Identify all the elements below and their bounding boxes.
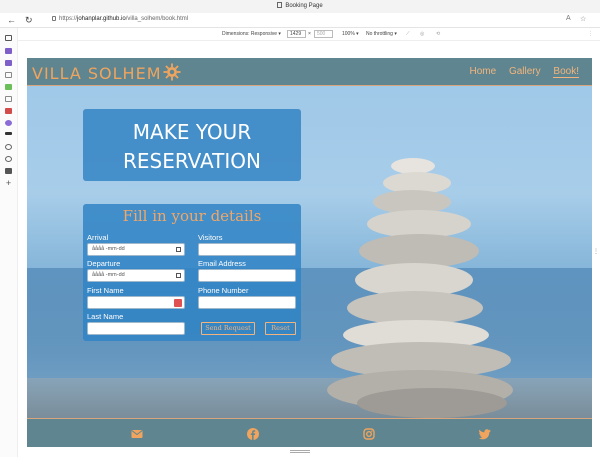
extension-icon[interactable] xyxy=(5,108,12,114)
extension-icon[interactable] xyxy=(5,48,12,54)
tabs-icon[interactable] xyxy=(5,35,12,41)
extension-icon[interactable] xyxy=(5,120,12,126)
tab[interactable]: Booking Page xyxy=(0,2,600,9)
email-input[interactable] xyxy=(198,269,296,282)
calendar-icon[interactable] xyxy=(176,247,181,252)
envelope-icon[interactable] xyxy=(131,428,143,440)
browser-sidebar: + xyxy=(0,28,18,457)
url-field[interactable]: https://johanplar.github.io/villa_solhem… xyxy=(52,16,188,22)
booking-form: Fill in your details Arrival åååå -mm-dd… xyxy=(83,204,301,341)
times-sign: × xyxy=(308,31,311,37)
autofill-icon[interactable] xyxy=(174,299,182,307)
site-header: VILLA SOLHEM Home Gallery Book! xyxy=(27,58,592,86)
document-icon xyxy=(277,2,283,8)
page-viewport: VILLA SOLHEM Home Gallery Book! MAKE YOU… xyxy=(27,58,592,447)
address-bar: ← ↻ https://johanplar.github.io/villa_so… xyxy=(0,13,600,28)
arrival-label: Arrival xyxy=(87,233,109,242)
lock-icon xyxy=(52,16,56,21)
browser-titlebar: Booking Page xyxy=(0,0,600,13)
last-name-input[interactable] xyxy=(87,322,185,335)
calendar-icon[interactable] xyxy=(176,273,181,278)
facebook-icon[interactable] xyxy=(247,428,259,440)
first-name-label: First Name xyxy=(87,286,124,295)
instagram-icon[interactable] xyxy=(363,428,375,440)
sensor-icon[interactable]: ⟋ xyxy=(406,31,410,37)
site-logo[interactable]: VILLA SOLHEM xyxy=(32,64,162,83)
rotate-icon[interactable]: ⟲ xyxy=(436,31,440,37)
add-icon[interactable]: + xyxy=(5,179,12,188)
phone-label: Phone Number xyxy=(198,286,249,295)
width-input[interactable]: 1429 xyxy=(287,30,306,38)
form-title: Fill in your details xyxy=(122,207,262,225)
favorites-icon[interactable]: ☆ xyxy=(580,15,586,23)
site-footer xyxy=(27,418,592,447)
email-label: Email Address xyxy=(198,259,246,268)
resize-handle[interactable]: ⋮ xyxy=(593,248,599,258)
hero-heading: MAKE YOUR RESERVATION xyxy=(122,120,262,173)
sun-icon xyxy=(163,63,181,81)
refresh-icon[interactable]: ↻ xyxy=(25,15,33,26)
bottom-resize-handle[interactable] xyxy=(290,450,310,453)
zoom-select[interactable]: 100% ▾ xyxy=(342,31,359,37)
nav-gallery[interactable]: Gallery xyxy=(509,66,541,77)
extension-icon[interactable] xyxy=(5,72,12,78)
phone-input[interactable] xyxy=(198,296,296,309)
device-toolbar: Dimensions: Responsive ▾ 1429 × 500 100%… xyxy=(0,28,600,41)
departure-date-input[interactable]: åååå -mm-dd xyxy=(87,269,185,282)
extension-icon[interactable] xyxy=(5,60,12,66)
extension-icon[interactable] xyxy=(5,132,12,135)
nav-home[interactable]: Home xyxy=(469,66,496,77)
visitors-label: Visitors xyxy=(198,233,223,242)
more-icon[interactable]: ⋮ xyxy=(588,31,593,37)
eye-icon[interactable]: ◎ xyxy=(420,31,424,37)
visitors-input[interactable] xyxy=(198,243,296,256)
hero-banner: MAKE YOUR RESERVATION xyxy=(83,109,301,181)
nav-book[interactable]: Book! xyxy=(553,66,579,78)
departure-label: Departure xyxy=(87,259,121,268)
back-icon[interactable]: ← xyxy=(7,15,16,26)
reset-button[interactable]: Reset xyxy=(265,322,296,335)
read-aloud-icon[interactable]: A xyxy=(566,15,571,22)
extension-icon[interactable] xyxy=(5,84,12,90)
extension-icon[interactable] xyxy=(5,144,12,150)
main-nav: Home Gallery Book! xyxy=(459,66,579,78)
tab-title: Booking Page xyxy=(285,3,323,9)
extension-icon[interactable] xyxy=(5,96,12,102)
last-name-label: Last Name xyxy=(87,312,124,321)
throttling-select[interactable]: No throttling ▾ xyxy=(366,31,397,37)
send-request-button[interactable]: Send Request xyxy=(201,322,255,335)
extension-icon[interactable] xyxy=(5,156,12,162)
twitter-icon[interactable] xyxy=(479,428,491,440)
extension-icon[interactable] xyxy=(5,168,12,174)
dimensions-select[interactable]: Dimensions: Responsive ▾ xyxy=(222,31,281,37)
height-input[interactable]: 500 xyxy=(314,30,333,38)
first-name-input[interactable] xyxy=(87,296,185,309)
arrival-date-input[interactable]: åååå -mm-dd xyxy=(87,243,185,256)
